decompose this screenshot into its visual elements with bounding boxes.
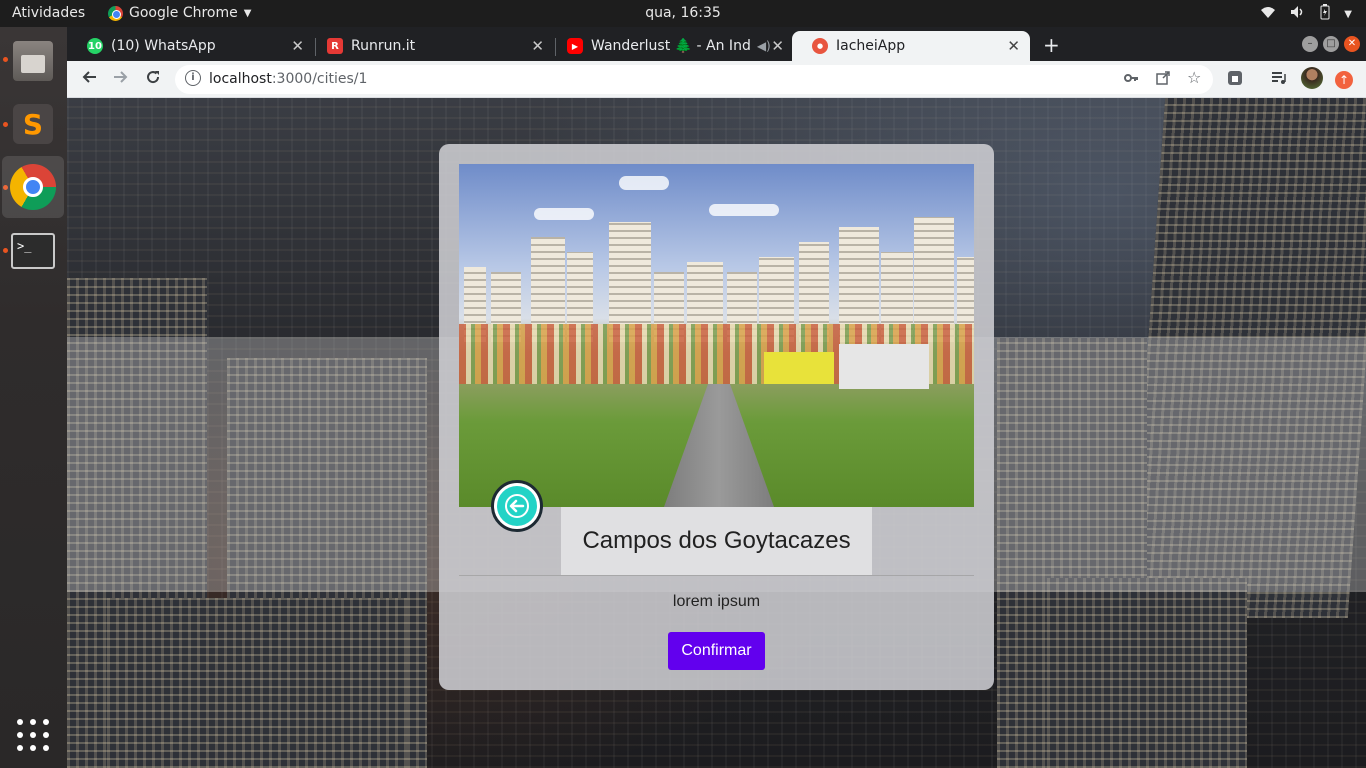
whatsapp-icon: 10 [87, 38, 103, 54]
profile-avatar[interactable] [1301, 67, 1323, 94]
sublime-text-icon: S [13, 104, 53, 144]
update-icon[interactable]: ↑ [1335, 68, 1353, 89]
close-icon[interactable]: ✕ [1007, 37, 1020, 55]
reload-icon[interactable] [145, 69, 161, 90]
dock-terminal[interactable]: >_ [2, 220, 64, 282]
page-viewport: Campos dos Goytacazes lorem ipsum Confir… [67, 98, 1366, 768]
app-menu-label: Google Chrome [129, 5, 238, 21]
tab-title: IacheiApp [836, 38, 906, 54]
minimize-button[interactable]: – [1302, 36, 1318, 52]
audio-playing-icon[interactable]: ◀) [757, 39, 771, 53]
youtube-icon: ▶ [567, 38, 583, 54]
system-tray[interactable]: ▼ [1260, 4, 1352, 24]
city-description: lorem ipsum [672, 593, 761, 610]
url-path: :3000/cities/1 [271, 71, 368, 87]
background-building [1047, 578, 1247, 768]
city-photo [459, 164, 974, 507]
dock-chrome[interactable] [2, 156, 64, 218]
tab-strip: 10 (10) WhatsApp ✕ R Runrun.it ✕ ▶ Wande… [67, 27, 1366, 61]
address-bar[interactable]: i localhost:3000/cities/1 ☆ [175, 65, 1213, 94]
tab-title: Wanderlust 🌲 - An Ind [591, 38, 751, 54]
caret-down-icon: ▼ [243, 7, 252, 19]
terminal-icon: >_ [11, 233, 55, 269]
confirm-button[interactable]: Confirmar [668, 632, 765, 670]
chrome-app-icon [108, 5, 123, 21]
background-building [107, 598, 407, 768]
new-tab-button[interactable]: + [1043, 33, 1060, 57]
close-icon[interactable]: ✕ [291, 37, 304, 55]
volume-icon [1290, 5, 1306, 23]
runrun-icon: R [327, 38, 343, 54]
city-card: Campos dos Goytacazes lorem ipsum Confir… [439, 144, 994, 690]
back-button[interactable] [491, 480, 543, 532]
close-window-button[interactable]: ✕ [1344, 36, 1360, 52]
files-icon [13, 41, 53, 81]
show-applications-icon[interactable] [17, 719, 49, 751]
activities-button[interactable]: Atividades [12, 5, 85, 21]
tab-whatsapp[interactable]: 10 (10) WhatsApp ✕ [67, 31, 314, 61]
url-host: localhost [209, 71, 272, 87]
extension-icon[interactable] [1227, 70, 1243, 91]
back-arrow-icon[interactable] [81, 69, 97, 90]
system-top-bar: Atividades Google Chrome ▼ qua, 16:35 ▼ [0, 0, 1366, 27]
media-queue-icon[interactable] [1271, 70, 1287, 91]
browser-toolbar: i localhost:3000/cities/1 ☆ ↑ [67, 61, 1366, 98]
maximize-button[interactable]: □ [1323, 36, 1339, 52]
tab-youtube[interactable]: ▶ Wanderlust 🌲 - An Ind ◀) ✕ [547, 31, 794, 61]
tab-title: Runrun.it [351, 38, 416, 54]
clock[interactable]: qua, 16:35 [645, 5, 721, 21]
forward-arrow-icon[interactable] [113, 69, 129, 90]
window-controls: – □ ✕ [1302, 36, 1360, 52]
open-external-icon[interactable] [1155, 70, 1171, 90]
iachei-icon: ● [812, 38, 828, 54]
tab-iacheiapp[interactable]: ● IacheiApp ✕ [792, 31, 1030, 61]
tab-title: (10) WhatsApp [111, 38, 216, 54]
arrow-left-icon [497, 486, 537, 526]
divider [459, 575, 974, 576]
city-title: Campos dos Goytacazes [582, 527, 851, 554]
power-menu-caret-icon: ▼ [1344, 8, 1352, 20]
city-title-box: Campos dos Goytacazes [561, 507, 872, 575]
close-icon[interactable]: ✕ [531, 37, 544, 55]
app-menu[interactable]: Google Chrome ▼ [108, 5, 251, 21]
info-icon[interactable]: i [185, 70, 201, 86]
chrome-icon [10, 164, 56, 210]
dock-files[interactable] [2, 30, 64, 92]
battery-icon [1320, 4, 1330, 24]
close-icon[interactable]: ✕ [771, 37, 784, 55]
bookmark-star-icon[interactable]: ☆ [1187, 68, 1201, 87]
wifi-icon [1260, 5, 1276, 23]
key-icon[interactable] [1123, 70, 1139, 90]
tab-runrun[interactable]: R Runrun.it ✕ [307, 31, 554, 61]
dock-sublime-text[interactable]: S [2, 93, 64, 155]
dock: S >_ [0, 27, 67, 768]
